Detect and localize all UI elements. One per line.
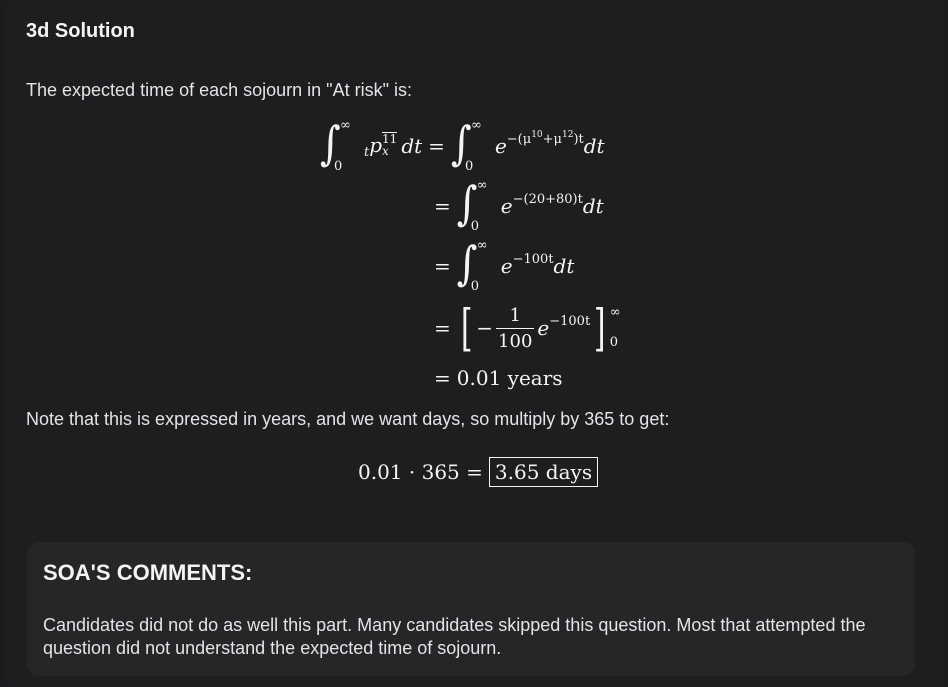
integral-sign: ∫ ∞ 0 xyxy=(450,117,482,174)
exponential-term: e−(20+80)t xyxy=(500,192,583,218)
dt-symbol: dt xyxy=(582,194,604,218)
final-result: 0.01 · 365 = 3.65 days xyxy=(358,457,599,487)
years-result: 0.01 years xyxy=(456,366,563,390)
exponential-term: e−100t xyxy=(500,252,554,278)
comments-card: SOA'S COMMENTS: Candidates did not do as… xyxy=(27,542,915,676)
equation-line-4: = [ − 1 100 e−100t ] ∞ 0 xyxy=(428,298,621,358)
equation-line-1: ∫ ∞ 0 tp 11 x dt = ∫ ∞ 0 e−(μ10+μ12)t dt xyxy=(320,118,605,174)
integral-sign: ∫ ∞ 0 xyxy=(456,177,488,234)
exponential-term: e−(μ10+μ12)t xyxy=(494,130,584,158)
exponential-term: e−100t xyxy=(537,314,591,340)
dt-symbol: dt xyxy=(401,134,423,158)
equation-block: ∫ ∞ 0 tp 11 x dt = ∫ ∞ 0 e−(μ10+μ12)t dt = xyxy=(300,118,720,393)
evaluation-limits: ∞ 0 xyxy=(609,305,621,350)
comments-text: Candidates did not do as well this part.… xyxy=(43,615,866,658)
equals-sign: = xyxy=(434,316,451,340)
equals-sign: = xyxy=(434,254,451,278)
upper-limit: ∞ xyxy=(340,118,351,133)
equals-sign: = xyxy=(428,134,445,158)
lower-limit: 0 xyxy=(334,159,343,174)
equation-line-2: = ∫ ∞ 0 e−(20+80)t dt xyxy=(428,178,604,234)
note-text: Note that this is expressed in years, an… xyxy=(26,409,670,429)
integral-sign: ∫ ∞ 0 xyxy=(456,237,488,294)
comments-title: SOA'S COMMENTS: xyxy=(43,560,253,585)
page: 3d Solution The expected time of each so… xyxy=(0,0,948,687)
dt-symbol: dt xyxy=(553,254,575,278)
fraction: 1 100 xyxy=(496,304,535,352)
boxed-answer: 3.65 days xyxy=(488,457,599,487)
equals-sign: = xyxy=(434,366,451,390)
dt-symbol: dt xyxy=(583,134,605,158)
equation-line-5: = 0.01 years xyxy=(428,366,563,390)
integral-sign: ∫ ∞ 0 xyxy=(320,117,351,174)
survival-probability: tp 11 x xyxy=(364,132,398,160)
equation-line-3: = ∫ ∞ 0 e−100t dt xyxy=(428,238,574,294)
left-bracket: [ xyxy=(460,299,473,357)
right-bracket: ] xyxy=(594,299,606,357)
intro-text: The expected time of each sojourn in "At… xyxy=(26,80,412,100)
section-title: 3d Solution xyxy=(26,20,135,42)
equals-sign: = xyxy=(434,194,451,218)
result-expression: 0.01 · 365 = xyxy=(358,460,483,484)
minus-sign: − xyxy=(476,316,494,340)
